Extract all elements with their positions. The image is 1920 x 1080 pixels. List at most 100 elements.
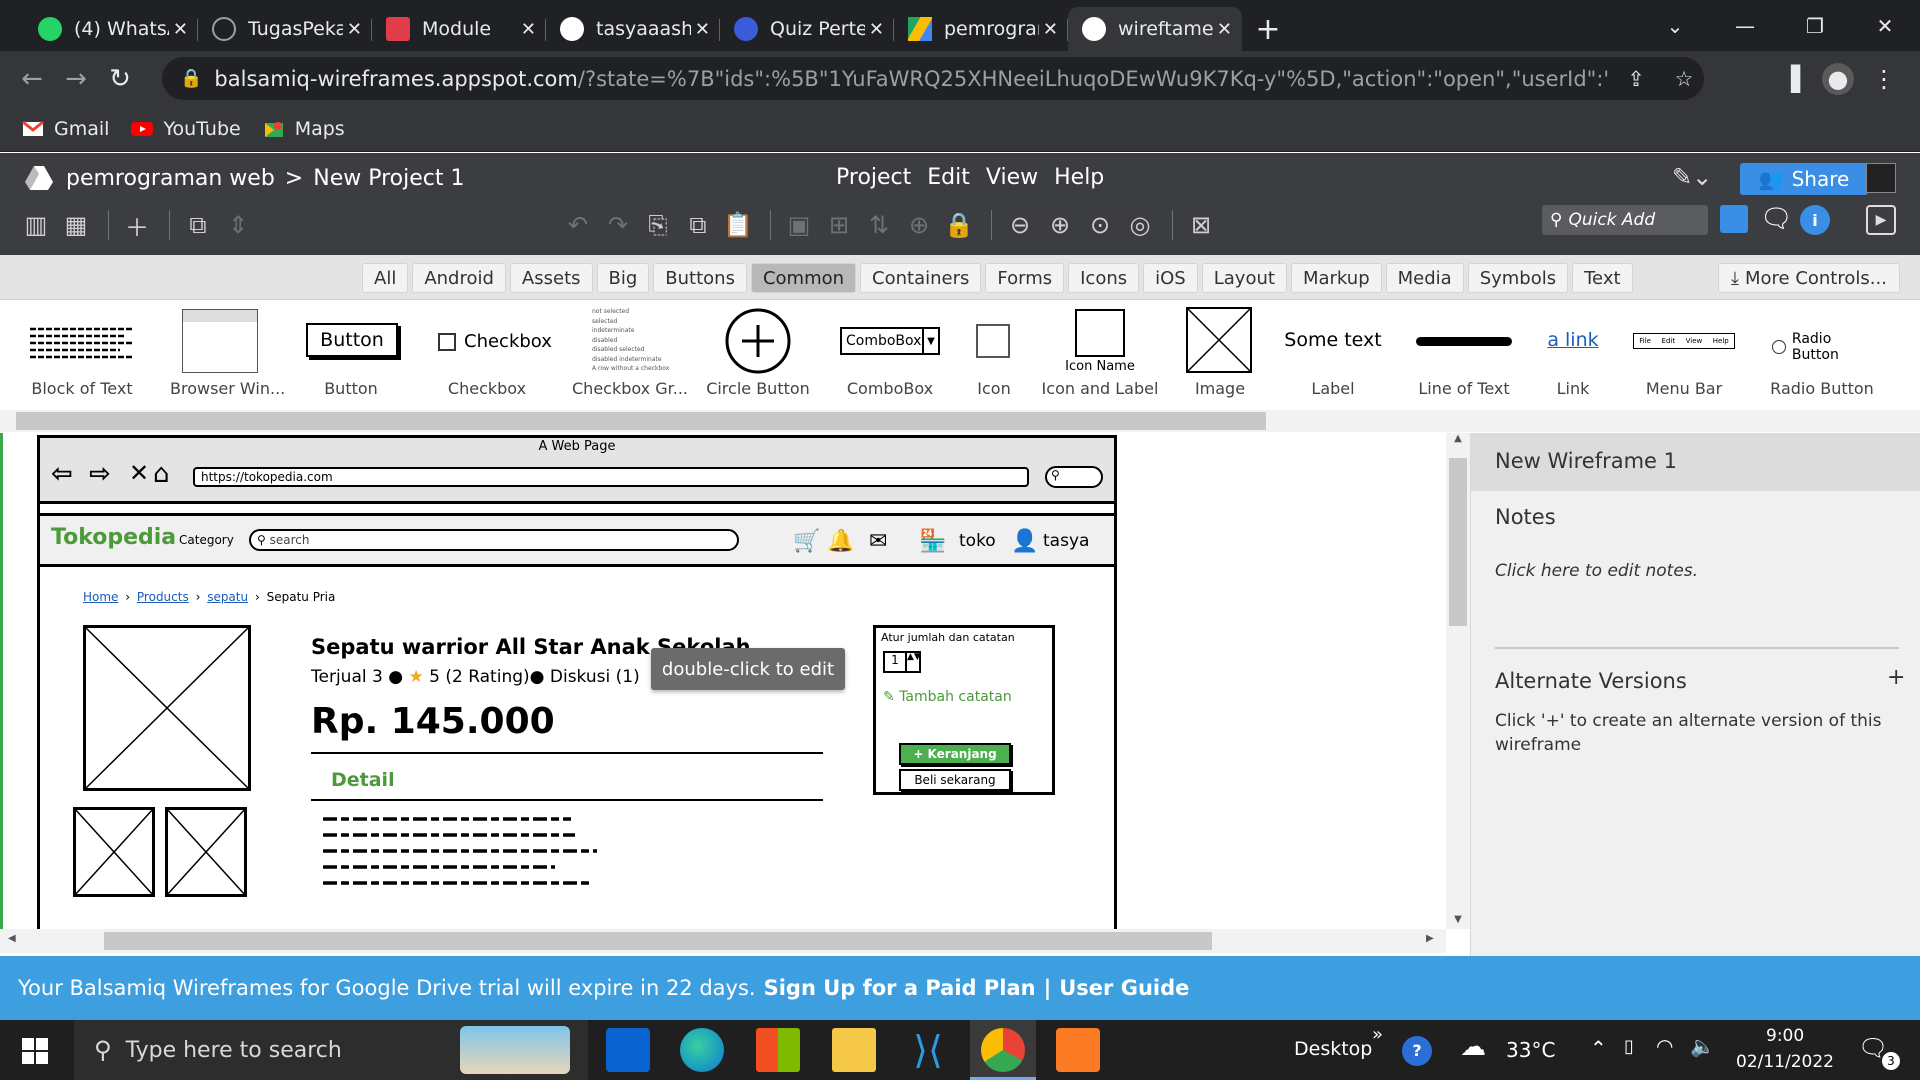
menu-edit[interactable]: Edit: [927, 165, 970, 190]
tab-github[interactable]: tasyaaash29 (m ✕: [546, 7, 720, 51]
desktop-label[interactable]: Desktop: [1294, 1038, 1372, 1060]
clock-date[interactable]: 02/11/2022: [1736, 1052, 1834, 1072]
grid-view-icon[interactable]: ▦: [58, 207, 94, 243]
wireframe-name[interactable]: New Wireframe 1: [1471, 433, 1920, 491]
tab-whatsapp[interactable]: (4) WhatsApp ✕: [24, 7, 198, 51]
drive-folder-name[interactable]: pemrograman web: [66, 166, 275, 191]
scroll-down-icon[interactable]: ▼: [1446, 914, 1470, 925]
control-menu-bar[interactable]: File Edit View Help Menu Bar: [1622, 301, 1746, 405]
wf-store-icon[interactable]: 🏪: [919, 529, 946, 554]
tab-wireframe[interactable]: wireftame_Auly ✕: [1068, 7, 1242, 51]
menu-help[interactable]: Help: [1054, 165, 1104, 190]
wf-category-link[interactable]: Category: [179, 533, 234, 547]
wf-crumb-home[interactable]: Home: [83, 590, 118, 604]
bookmark-gmail[interactable]: Gmail: [22, 118, 109, 140]
group-icon[interactable]: ▣: [781, 207, 817, 243]
wf-bell-icon[interactable]: 🔔: [827, 529, 854, 554]
clipboard-icon[interactable]: 📋: [720, 207, 756, 243]
tab-tugaspekan[interactable]: TugasPekan-05 ✕: [198, 7, 372, 51]
tray-chevron-icon[interactable]: ⌃: [1590, 1036, 1607, 1060]
menu-view[interactable]: View: [986, 165, 1038, 190]
canvas-vertical-scroll-thumb[interactable]: [1449, 458, 1467, 626]
clock-time[interactable]: 9:00: [1766, 1026, 1804, 1046]
wf-shop-label[interactable]: toko: [959, 531, 996, 551]
close-icon[interactable]: ✕: [1217, 19, 1232, 40]
file-explorer-icon[interactable]: [832, 1028, 876, 1072]
pencil-icon[interactable]: ✎⌄: [1672, 163, 1712, 191]
address-bar[interactable]: 🔒 balsamiq-wireframes.appspot.com /?stat…: [162, 57, 1704, 100]
close-icon[interactable]: ✕: [869, 19, 884, 40]
category-android[interactable]: Android: [412, 263, 506, 293]
more-controls-button[interactable]: ⤓ More Controls...: [1718, 263, 1900, 293]
control-button[interactable]: Button Button: [296, 301, 406, 405]
zoom-fit-icon[interactable]: ◎: [1122, 207, 1158, 243]
add-icon[interactable]: ＋: [119, 207, 155, 243]
wf-add-note[interactable]: ✎ Tambah catatan: [883, 689, 1012, 705]
scroll-left-icon[interactable]: ◀: [8, 933, 16, 944]
info-icon[interactable]: i: [1800, 205, 1830, 235]
control-checkbox-group[interactable]: not selected selected indeterminate disa…: [570, 301, 690, 405]
wf-crumb-sepatu[interactable]: sepatu: [207, 590, 248, 604]
control-browser-window[interactable]: Browser Win...: [170, 301, 285, 405]
redo-icon[interactable]: ↷: [600, 207, 636, 243]
close-icon[interactable]: ✕: [1043, 19, 1058, 40]
layout-panels-icon[interactable]: ▥: [18, 207, 54, 243]
wf-logo[interactable]: Tokopedia: [51, 525, 176, 550]
zoom-out-icon[interactable]: ⊖: [1002, 207, 1038, 243]
wf-buy-now-button[interactable]: Beli sekarang: [899, 769, 1011, 791]
wf-description-text-block[interactable]: [323, 813, 599, 893]
bookmark-star-icon[interactable]: ☆: [1664, 67, 1704, 91]
category-icons[interactable]: Icons: [1068, 263, 1140, 293]
control-icon-and-label[interactable]: Icon Name Icon and Label: [1040, 301, 1160, 405]
move-icon[interactable]: ⇕: [220, 207, 256, 243]
wf-user-icon[interactable]: 👤: [1011, 529, 1038, 554]
help-icon[interactable]: ?: [1402, 1036, 1432, 1066]
user-guide-link[interactable]: User Guide: [1059, 976, 1189, 1000]
wf-discussion[interactable]: Diskusi (1): [550, 667, 640, 687]
reload-icon[interactable]: ↻: [98, 57, 142, 101]
category-media[interactable]: Media: [1385, 263, 1464, 293]
control-image[interactable]: Image: [1180, 301, 1260, 405]
notes-hint[interactable]: Click here to edit notes.: [1495, 561, 1698, 581]
wireframe-browser-title[interactable]: A Web Page: [40, 439, 1114, 454]
expand-icon[interactable]: »: [1372, 1024, 1383, 1045]
xampp-icon[interactable]: [1056, 1028, 1100, 1072]
restore-icon[interactable]: ❐: [1780, 0, 1850, 51]
tab-pemrograman[interactable]: pemrograman ✕: [894, 7, 1068, 51]
zoom-in-icon[interactable]: ⊕: [1042, 207, 1078, 243]
wf-quantity-stepper[interactable]: 1 ▲▼: [883, 651, 921, 673]
zoom-actual-icon[interactable]: ⊙: [1082, 207, 1118, 243]
gallery-scroll-thumb[interactable]: [16, 412, 1266, 430]
add-alternate-button[interactable]: +: [1887, 665, 1905, 690]
scroll-up-icon[interactable]: ▲: [1446, 433, 1470, 444]
wf-search-field[interactable]: ⚲ search: [249, 529, 739, 551]
bookmark-maps[interactable]: Maps: [263, 118, 345, 140]
presentation-icon[interactable]: ▶: [1866, 205, 1896, 235]
minimize-icon[interactable]: —: [1710, 0, 1780, 51]
assets-icon[interactable]: [1720, 205, 1748, 233]
wf-browser-search[interactable]: ⚲: [1045, 466, 1103, 488]
duplicate-icon[interactable]: ⧉: [180, 207, 216, 243]
category-big[interactable]: Big: [596, 263, 650, 293]
control-checkbox[interactable]: Checkbox Checkbox: [432, 301, 552, 405]
profile-avatar[interactable]: ●: [1822, 63, 1854, 95]
scroll-right-icon[interactable]: ▶: [1426, 933, 1434, 944]
arrange-icon[interactable]: ⊕: [901, 207, 937, 243]
project-name[interactable]: New Project 1: [313, 166, 464, 191]
taskbar-search[interactable]: ⚲ Type here to search: [74, 1020, 588, 1080]
wf-thumbnail-image[interactable]: [165, 807, 247, 897]
battery-icon[interactable]: ▯: [1624, 1036, 1634, 1057]
share-button[interactable]: 👥 Share: [1740, 163, 1868, 195]
canvas-horizontal-scroll-thumb[interactable]: [104, 932, 1212, 950]
category-assets[interactable]: Assets: [509, 263, 593, 293]
wf-cart-icon[interactable]: 🛒: [793, 529, 820, 554]
category-text[interactable]: Text: [1572, 263, 1633, 293]
volume-icon[interactable]: 🔈: [1690, 1034, 1715, 1058]
vscode-icon[interactable]: ⟩⟨: [906, 1028, 950, 1072]
delete-icon[interactable]: ⊠: [1183, 207, 1219, 243]
new-tab-button[interactable]: +: [1242, 7, 1294, 51]
comment-icon[interactable]: 🗨: [1760, 204, 1793, 234]
control-icon[interactable]: Icon: [964, 301, 1024, 405]
close-icon[interactable]: ✕: [695, 19, 710, 40]
side-panel-icon[interactable]: ▐: [1775, 63, 1807, 95]
